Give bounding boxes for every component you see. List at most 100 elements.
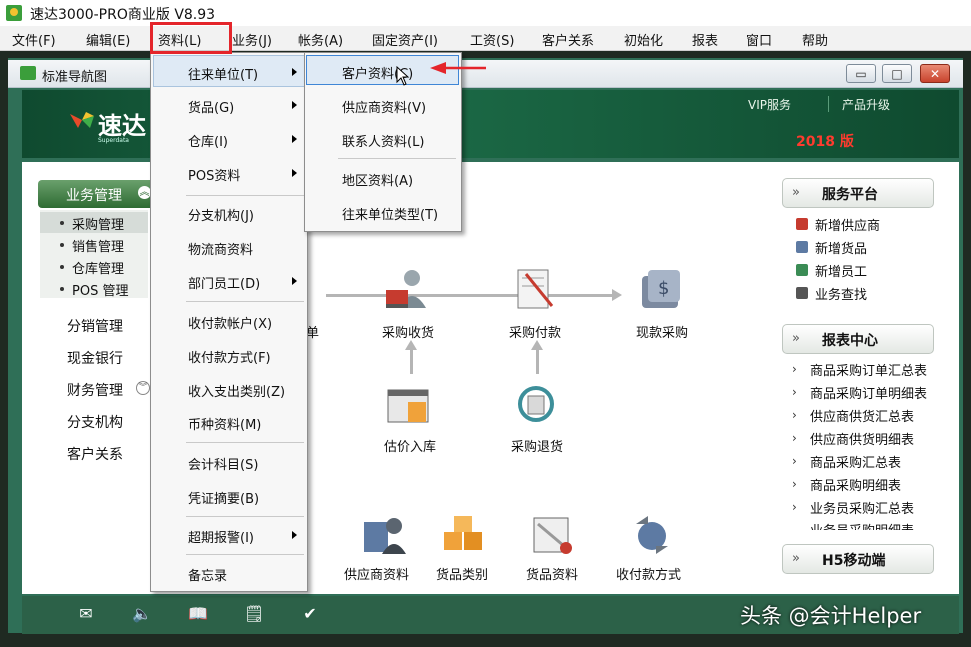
flow-goods-category[interactable]: 货品类别 (436, 564, 488, 583)
purchase-return-icon[interactable] (512, 382, 560, 428)
caret-right-icon: › (792, 454, 797, 468)
sidebar-cash-bank[interactable]: 现金银行 (67, 348, 123, 368)
menu-item-goods[interactable]: 货品(G) (188, 97, 234, 116)
report-link[interactable]: 供应商供货汇总表 (810, 406, 914, 425)
link-add-goods[interactable]: 新增货品 (815, 238, 867, 257)
flow-purchase-return[interactable]: 采购退货 (511, 436, 563, 455)
close-button[interactable]: ✕ (920, 64, 950, 83)
menu-item-accounting-subjects[interactable]: 会计科目(S) (188, 454, 258, 473)
menu-window[interactable]: 窗口 (746, 30, 772, 49)
notepad-icon[interactable]: 🗒 (244, 604, 264, 624)
book-icon[interactable]: 📖 (188, 604, 208, 624)
flow-purchase-receive[interactable]: 采购收货 (382, 322, 434, 341)
app-logo-icon (6, 5, 22, 21)
menu-separator (186, 554, 304, 555)
menu-item-income-expense[interactable]: 收入支出类别(Z) (188, 381, 285, 400)
goods-category-icon[interactable] (440, 512, 488, 558)
flow-connector (536, 348, 539, 374)
flow-estimate-stock-in[interactable]: 估价入库 (384, 436, 436, 455)
report-center-title: 报表中心 (822, 333, 878, 349)
submenu-supplier-info[interactable]: 供应商资料(V) (342, 97, 426, 116)
menu-item-memo[interactable]: 备忘录 (188, 565, 227, 584)
speaker-icon[interactable]: 🔈 (132, 604, 152, 624)
menu-item-departments[interactable]: 部门员工(D) (188, 273, 260, 292)
window-title: 速达3000-PRO商业版 V8.93 (30, 7, 216, 23)
flow-purchase-payment[interactable]: 采购付款 (509, 322, 561, 341)
flow-cash-purchase[interactable]: 现款采购 (636, 322, 688, 341)
check-icon[interactable]: ✔ (300, 604, 320, 624)
report-link[interactable]: 商品采购明细表 (810, 475, 901, 494)
menu-item-branches[interactable]: 分支机构(J) (188, 205, 254, 224)
submenu-purchase[interactable]: 采购管理 (72, 214, 124, 233)
menu-file[interactable]: 文件(F) (12, 30, 56, 49)
submenu-contact-person[interactable]: 联系人资料(L) (342, 131, 424, 150)
link-add-employee[interactable]: 新增员工 (815, 261, 867, 280)
flow-connector (410, 348, 413, 374)
caret-right-icon: › (792, 385, 797, 399)
supplier-info-icon[interactable] (362, 512, 410, 558)
link-add-supplier[interactable]: 新增供应商 (815, 215, 880, 234)
add-goods-icon (796, 241, 808, 253)
submenu-region-info[interactable]: 地区资料(A) (342, 170, 413, 189)
menu-separator (338, 158, 456, 159)
menu-item-payment-methods[interactable]: 收付款方式(F) (188, 347, 271, 366)
submenu-arrow-icon (292, 135, 297, 143)
sidebar-finance[interactable]: 财务管理 (67, 380, 123, 400)
submenu-arrow-icon (292, 531, 297, 539)
sidebar-branches[interactable]: 分支机构 (67, 412, 123, 432)
link-business-search[interactable]: 业务查找 (815, 284, 867, 303)
menu-item-contacts[interactable]: 往来单位(T) (188, 64, 258, 83)
cash-purchase-icon[interactable]: $ (638, 268, 686, 314)
flow-payment-method[interactable]: 收付款方式 (616, 564, 681, 583)
submenu-arrow-icon (292, 277, 297, 285)
menu-reports[interactable]: 报表 (692, 30, 718, 49)
expand-icon[interactable]: ︾ (136, 381, 150, 395)
mouse-cursor-icon (396, 66, 410, 86)
product-upgrade-link[interactable]: 产品升级 (842, 96, 890, 113)
menu-help[interactable]: 帮助 (802, 30, 828, 49)
submenu-pos[interactable]: POS 管理 (72, 280, 128, 299)
caret-right-icon: › (792, 431, 797, 445)
report-link[interactable]: 业务员采购汇总表 (810, 498, 914, 517)
flow-supplier-info[interactable]: 供应商资料 (344, 564, 409, 583)
menu-init[interactable]: 初始化 (624, 30, 663, 49)
submenu-sales[interactable]: 销售管理 (72, 236, 124, 255)
menu-item-pos-data[interactable]: POS资料 (188, 165, 240, 184)
menu-fixed-assets[interactable]: 固定资产(I) (372, 30, 438, 49)
goods-info-icon[interactable] (530, 512, 578, 558)
submenu-warehouse[interactable]: 仓库管理 (72, 258, 124, 277)
report-link[interactable]: 商品采购订单明细表 (810, 383, 927, 402)
menu-item-warehouse[interactable]: 仓库(I) (188, 131, 228, 150)
menu-item-payment-accounts[interactable]: 收付款帐户(X) (188, 313, 272, 332)
purchase-payment-icon[interactable] (512, 266, 560, 312)
arrow-right-icon (612, 289, 622, 301)
h5-mobile-title: H5移动端 (822, 553, 886, 569)
banner-divider (828, 96, 829, 112)
minimize-button[interactable]: ▭ (846, 64, 876, 83)
menu-accounts[interactable]: 帐务(A) (298, 30, 343, 49)
menu-edit[interactable]: 编辑(E) (86, 30, 130, 49)
report-link[interactable]: 供应商供货明细表 (810, 429, 914, 448)
mail-icon[interactable]: ✉ (76, 604, 96, 624)
estimate-stock-in-icon[interactable] (386, 382, 434, 428)
menu-item-overdue-alert[interactable]: 超期报警(I) (188, 527, 254, 546)
arrow-up-icon (531, 340, 543, 350)
service-platform-title: 服务平台 (822, 187, 878, 203)
menu-item-currency[interactable]: 币种资料(M) (188, 414, 261, 433)
submenu-contact-type[interactable]: 往来单位类型(T) (342, 204, 438, 223)
sidebar-customer-relations[interactable]: 客户关系 (67, 444, 123, 464)
flow-goods-info[interactable]: 货品资料 (526, 564, 578, 583)
menu-business[interactable]: 业务(J) (232, 30, 272, 49)
menu-customer-relations[interactable]: 客户关系 (542, 30, 594, 49)
report-link[interactable]: 业务员采购明细表 (810, 520, 914, 530)
purchase-receive-icon[interactable] (382, 268, 430, 314)
vip-service-link[interactable]: VIP服务 (748, 96, 791, 113)
report-link[interactable]: 商品采购订单汇总表 (810, 360, 927, 379)
maximize-button[interactable]: □ (882, 64, 912, 83)
menu-item-voucher-summary[interactable]: 凭证摘要(B) (188, 488, 259, 507)
payment-method-icon[interactable] (628, 512, 676, 558)
sidebar-distribution[interactable]: 分销管理 (67, 316, 123, 336)
menu-payroll[interactable]: 工资(S) (470, 30, 514, 49)
menu-item-logistics[interactable]: 物流商资料 (188, 239, 253, 258)
report-link[interactable]: 商品采购汇总表 (810, 452, 901, 471)
